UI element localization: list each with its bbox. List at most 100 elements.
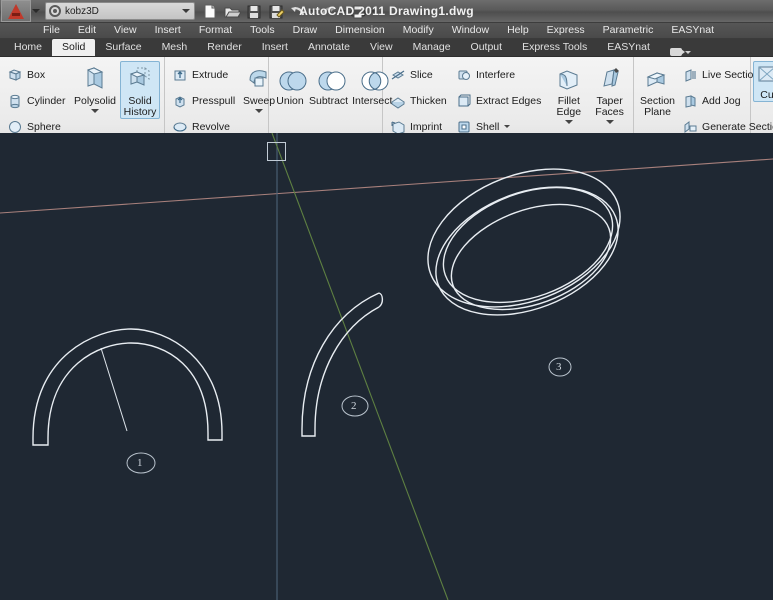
- tab-home[interactable]: Home: [4, 39, 52, 56]
- plot-icon[interactable]: [349, 3, 367, 20]
- button-subtract[interactable]: Subtract: [307, 65, 350, 108]
- chevron-down-icon[interactable]: [255, 109, 263, 113]
- button-slice[interactable]: Slice: [387, 62, 451, 87]
- save-as-icon[interactable]: [267, 3, 285, 20]
- button-curve-clipped[interactable]: Cu: [753, 61, 773, 102]
- menu-express[interactable]: Express: [538, 23, 594, 38]
- chevron-down-icon[interactable]: [91, 109, 99, 113]
- menu-view[interactable]: View: [105, 23, 146, 38]
- menu-draw[interactable]: Draw: [284, 23, 327, 38]
- button-interfere-label: Interfere: [476, 69, 515, 81]
- workspace-combo[interactable]: kobz3D: [45, 2, 195, 20]
- drawing-canvas[interactable]: 1 2 3 Y Z X: [0, 133, 773, 600]
- new-icon[interactable]: [201, 3, 219, 20]
- extract-edges-icon: [456, 93, 472, 109]
- button-add-jog-label: Add Jog: [702, 95, 741, 107]
- button-fillet-edge[interactable]: Fillet Edge: [549, 61, 588, 125]
- button-imprint-label: Imprint: [410, 121, 442, 133]
- object-2-label: 2: [351, 400, 357, 412]
- button-solid-history-label: Solid History: [122, 96, 158, 118]
- menu-easynat[interactable]: EASYnat: [662, 23, 723, 38]
- menu-format[interactable]: Format: [190, 23, 241, 38]
- autocad-logo-button[interactable]: [1, 0, 31, 22]
- button-union[interactable]: Union: [273, 65, 307, 108]
- tab-annotate[interactable]: Annotate: [298, 39, 360, 56]
- autocad-window: kobz3D: [0, 0, 773, 600]
- redo-icon[interactable]: [319, 3, 337, 20]
- canvas-graphics: [0, 133, 773, 600]
- tab-mesh[interactable]: Mesh: [152, 39, 198, 56]
- redo-dropdown-icon[interactable]: [340, 10, 346, 13]
- button-taper-faces-label: Taper Faces: [592, 96, 627, 118]
- button-curve-clipped-label: Cu: [760, 90, 773, 101]
- button-polysolid[interactable]: Polysolid: [72, 61, 118, 114]
- undo-dropdown-icon[interactable]: [310, 10, 316, 13]
- button-thicken-label: Thicken: [410, 95, 447, 107]
- solid-history-icon: [125, 64, 155, 94]
- qat-customize-button[interactable]: [31, 0, 41, 22]
- tab-insert[interactable]: Insert: [252, 39, 298, 56]
- autocad-logo-icon: [8, 4, 24, 19]
- save-icon[interactable]: [245, 3, 263, 20]
- presspull-icon: [172, 93, 188, 109]
- add-jog-icon: [682, 93, 698, 109]
- box-icon: [7, 67, 23, 83]
- menu-modify[interactable]: Modify: [394, 23, 443, 38]
- title-bar: kobz3D: [0, 0, 773, 23]
- button-taper-faces[interactable]: Taper Faces: [590, 61, 629, 125]
- live-section-icon: [682, 67, 698, 83]
- button-presspull[interactable]: Presspull: [169, 88, 239, 113]
- menu-parametric[interactable]: Parametric: [594, 23, 663, 38]
- object-2-curve-tube[interactable]: [302, 293, 382, 436]
- polysolid-icon: [80, 64, 110, 94]
- chevron-down-icon[interactable]: [606, 120, 614, 124]
- tab-view[interactable]: View: [360, 39, 403, 56]
- menu-window[interactable]: Window: [443, 23, 498, 38]
- tab-surface[interactable]: Surface: [95, 39, 151, 56]
- object-1-arc-tube[interactable]: [33, 329, 222, 445]
- menu-insert[interactable]: Insert: [146, 23, 190, 38]
- taper-faces-icon: [595, 64, 625, 94]
- cylinder-icon: [7, 93, 23, 109]
- tab-manage[interactable]: Manage: [403, 39, 461, 56]
- button-union-label: Union: [276, 96, 303, 107]
- crosshair-pickbox[interactable]: [267, 142, 286, 161]
- button-slice-label: Slice: [410, 69, 433, 81]
- button-box[interactable]: Box: [4, 62, 70, 87]
- button-extrude[interactable]: Extrude: [169, 62, 239, 87]
- object-3-label: 3: [556, 361, 562, 373]
- button-interfere[interactable]: Interfere: [453, 62, 547, 87]
- undo-icon[interactable]: [289, 3, 307, 20]
- button-polysolid-label: Polysolid: [74, 96, 116, 107]
- button-thicken[interactable]: Thicken: [387, 88, 451, 113]
- axis-y-line: [272, 133, 448, 600]
- menu-tools[interactable]: Tools: [241, 23, 284, 38]
- menu-file[interactable]: File: [34, 23, 69, 38]
- button-solid-history[interactable]: Solid History: [120, 61, 160, 119]
- tab-output[interactable]: Output: [461, 39, 513, 56]
- button-section-plane[interactable]: Section Plane: [638, 61, 677, 119]
- button-subtract-label: Subtract: [309, 96, 348, 107]
- chevron-down-icon[interactable]: [504, 125, 510, 128]
- button-cylinder[interactable]: Cylinder: [4, 88, 70, 113]
- open-icon[interactable]: [223, 3, 241, 20]
- menu-edit[interactable]: Edit: [69, 23, 105, 38]
- camera-icon[interactable]: [670, 48, 682, 56]
- tab-solid[interactable]: Solid: [52, 39, 95, 56]
- chevron-down-icon[interactable]: [685, 51, 691, 54]
- menu-dimension[interactable]: Dimension: [326, 23, 394, 38]
- button-extract-edges[interactable]: Extract Edges: [453, 88, 547, 113]
- object-3-torus[interactable]: [408, 143, 640, 339]
- menu-help[interactable]: Help: [498, 23, 538, 38]
- tab-express-tools[interactable]: Express Tools: [512, 39, 597, 56]
- tab-easynat[interactable]: EASYnat: [597, 39, 660, 56]
- ribbon-extra-controls[interactable]: [670, 48, 691, 56]
- plot-dropdown-icon[interactable]: [370, 10, 376, 13]
- chevron-down-icon[interactable]: [565, 120, 573, 124]
- chevron-down-icon: [32, 9, 40, 13]
- subtract-icon: [314, 68, 344, 94]
- object-1-leader-line: [101, 348, 127, 431]
- workspace-value: kobz3D: [65, 6, 99, 17]
- tab-render[interactable]: Render: [197, 39, 251, 56]
- object-1-label: 1: [137, 457, 143, 469]
